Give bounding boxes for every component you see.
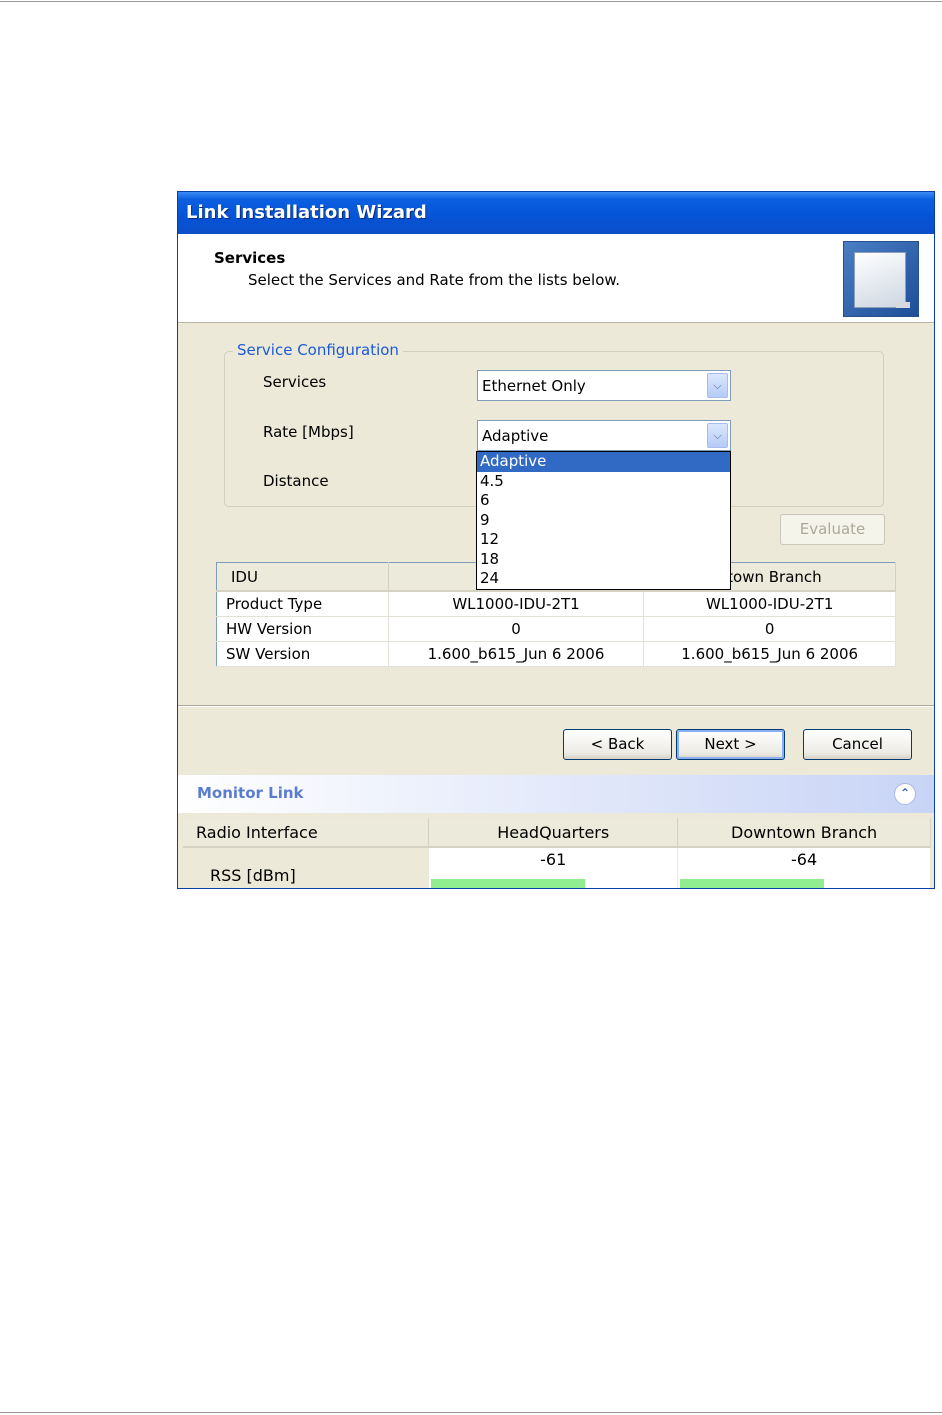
antenna-logo-icon [843,241,919,317]
rate-combo[interactable]: Adaptive ⌵ [477,420,731,451]
services-value: Ethernet Only [482,377,586,395]
chevron-down-icon[interactable]: ⌵ [707,373,728,398]
downtown-rss-value: -64 [791,850,818,869]
wizard-header: Services Select the Services and Rate fr… [178,234,934,323]
table-cell: 1.600_b615_Jun 6 2006 [388,641,645,667]
table-cell: WL1000-IDU-2T1 [643,591,896,617]
column-header: Downtown Branch [677,818,931,848]
page-top-rule [0,1,942,2]
rate-option[interactable]: 4.5 [477,472,730,492]
back-button[interactable]: < Back [563,729,672,760]
monitor-table: Radio Interface HeadQuarters Downtown Br… [183,818,931,888]
rate-option[interactable]: 6 [477,491,730,511]
monitor-link-bar: Monitor Link ⌃ [178,775,934,813]
column-header[interactable]: IDU [216,562,389,592]
table-row: HW Version 0 0 [216,616,896,642]
distance-label: Distance [263,472,329,490]
window-title: Link Installation Wizard [178,192,934,234]
rate-option[interactable]: 12 [477,530,730,550]
rate-option[interactable]: 18 [477,550,730,570]
table-cell: Product Type [216,591,389,617]
rate-option[interactable]: Adaptive [477,452,730,472]
table-header-row: Radio Interface HeadQuarters Downtown Br… [183,818,931,848]
services-label: Services [263,373,327,391]
headquarters-rss-value: -61 [540,850,567,869]
table-cell: 0 [643,616,896,642]
cancel-button[interactable]: Cancel [803,729,912,760]
monitor-link-title: Monitor Link [197,784,304,802]
table-cell: 0 [388,616,645,642]
page-title: Services [214,249,286,267]
collapse-icon[interactable]: ⌃ [894,783,916,805]
table-cell: 1.600_b615_Jun 6 2006 [643,641,896,667]
page-subtitle: Select the Services and Rate from the li… [248,271,621,289]
rate-value: Adaptive [482,427,549,445]
page-bottom-rule [0,1412,942,1413]
table-cell: WL1000-IDU-2T1 [388,591,645,617]
headquarters-rss-bar [431,879,586,888]
group-legend: Service Configuration [233,341,403,359]
rss-label: RSS [dBm] [183,847,430,888]
next-button[interactable]: Next > [676,729,785,760]
rate-option[interactable]: 24 [477,569,730,589]
table-row: RSS [dBm] -61 -64 [183,847,931,888]
table-cell: SW Version [216,641,389,667]
rate-option[interactable]: 9 [477,511,730,531]
link-installation-wizard-window: Link Installation Wizard Services Select… [177,191,935,889]
rate-label: Rate [Mbps] [263,423,354,441]
services-combo[interactable]: Ethernet Only ⌵ [477,370,731,401]
downtown-rss-cell: -64 [677,847,931,888]
chevron-down-icon[interactable]: ⌵ [707,423,728,448]
table-cell: HW Version [216,616,389,642]
column-header: HeadQuarters [428,818,679,848]
divider [178,705,934,707]
rate-dropdown-list[interactable]: Adaptive 4.5 6 9 12 18 24 [476,451,731,590]
table-row: Product Type WL1000-IDU-2T1 WL1000-IDU-2… [216,591,896,617]
headquarters-rss-cell: -61 [428,847,679,888]
evaluate-button[interactable]: Evaluate [780,514,885,545]
table-row: SW Version 1.600_b615_Jun 6 2006 1.600_b… [216,641,896,667]
downtown-rss-bar [680,879,825,888]
column-header: Radio Interface [183,818,430,848]
